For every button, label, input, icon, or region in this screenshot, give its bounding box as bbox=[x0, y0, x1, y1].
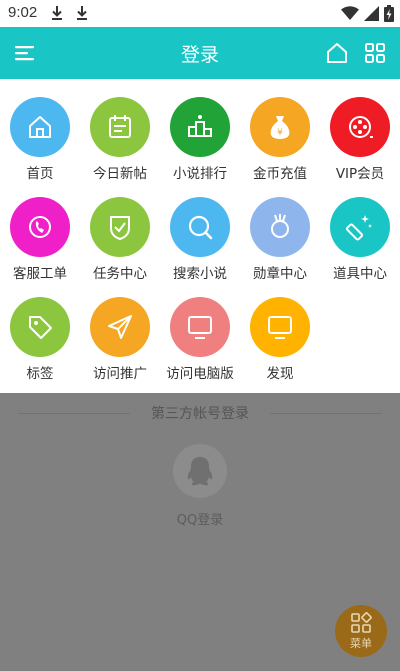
search-icon bbox=[188, 215, 213, 240]
monitor-icon bbox=[268, 316, 292, 339]
download-icon bbox=[77, 6, 87, 20]
status-bar: 9:02 bbox=[0, 0, 400, 27]
grid-icon bbox=[351, 612, 372, 633]
menu-item-desktop-version[interactable]: 访问电脑版 bbox=[160, 279, 240, 382]
menu-item-label: 访问电脑版 bbox=[166, 366, 234, 382]
vip-icon bbox=[349, 116, 373, 138]
menu-item-novel-ranking[interactable]: 小说排行 bbox=[160, 79, 240, 182]
money-bag-icon: ¥ bbox=[270, 116, 290, 139]
menu-item-tags[interactable]: 标签 bbox=[0, 279, 80, 382]
download-icon bbox=[52, 6, 62, 20]
home-icon[interactable] bbox=[324, 40, 350, 66]
menu-item-promotion[interactable]: 访问推广 bbox=[80, 279, 160, 382]
menu-item-home[interactable]: 首页 bbox=[0, 79, 80, 182]
icon-circle bbox=[250, 197, 310, 257]
medal-icon bbox=[271, 214, 289, 238]
icon-circle bbox=[330, 97, 390, 157]
menu-item-discover[interactable]: 发现 bbox=[240, 279, 320, 382]
qq-login-button[interactable] bbox=[173, 444, 227, 498]
magic-wand-icon bbox=[345, 215, 372, 241]
menu-item-label: 道具中心 bbox=[333, 266, 387, 282]
icon-circle: ¥ bbox=[250, 97, 310, 157]
menu-item-search-novel[interactable]: 搜索小说 bbox=[160, 179, 240, 282]
wifi-icon bbox=[341, 6, 359, 20]
home-icon bbox=[29, 116, 51, 138]
shield-check-icon bbox=[110, 216, 130, 241]
status-time: 9:02 bbox=[8, 4, 38, 21]
phone-icon bbox=[29, 216, 51, 238]
menu-fab-label: 菜单 bbox=[350, 637, 372, 650]
menu-item-task-center[interactable]: 任务中心 bbox=[80, 179, 160, 282]
signal-icon bbox=[364, 6, 379, 21]
icon-circle bbox=[10, 297, 70, 357]
menu-grid: 首页 今日新帖 小说排行 ¥ 金币充值 VIP会员 客服工单 任务中心 搜索小说… bbox=[0, 79, 400, 393]
paper-plane-icon bbox=[108, 315, 132, 339]
grid-icon[interactable] bbox=[362, 40, 388, 66]
podium-icon bbox=[188, 115, 212, 137]
icon-circle bbox=[10, 197, 70, 257]
qq-login-label: QQ登录 bbox=[176, 513, 224, 528]
battery-charging-icon bbox=[384, 5, 394, 22]
menu-item-customer-service[interactable]: 客服工单 bbox=[0, 179, 80, 282]
monitor-icon bbox=[188, 316, 212, 339]
menu-item-label: 访问推广 bbox=[93, 366, 147, 382]
icon-circle bbox=[170, 197, 230, 257]
icon-circle bbox=[90, 97, 150, 157]
menu-item-coin-recharge[interactable]: ¥ 金币充值 bbox=[240, 79, 320, 182]
icon-circle bbox=[90, 197, 150, 257]
menu-item-today-posts[interactable]: 今日新帖 bbox=[80, 79, 160, 182]
qq-penguin-icon bbox=[187, 457, 213, 486]
menu-fab-button[interactable]: 菜单 bbox=[335, 605, 387, 657]
home-circle bbox=[10, 97, 70, 157]
calendar-icon bbox=[109, 115, 131, 138]
menu-item-label: 发现 bbox=[266, 366, 294, 382]
icon-circle bbox=[170, 97, 230, 157]
menu-item-medal-center[interactable]: 勋章中心 bbox=[240, 179, 320, 282]
icon-circle bbox=[330, 197, 390, 257]
divider bbox=[270, 413, 382, 414]
icon-circle bbox=[170, 297, 230, 357]
third-party-login-section: 第三方帐号登录 QQ登录 菜单 bbox=[0, 393, 400, 671]
tag-icon bbox=[29, 316, 52, 339]
menu-item-vip[interactable]: VIP会员 bbox=[320, 79, 400, 182]
svg-text:¥: ¥ bbox=[277, 128, 283, 138]
title-bar: 登录 bbox=[0, 27, 400, 79]
icon-circle bbox=[90, 297, 150, 357]
menu-item-prop-center[interactable]: 道具中心 bbox=[320, 179, 400, 282]
icon-circle bbox=[250, 297, 310, 357]
